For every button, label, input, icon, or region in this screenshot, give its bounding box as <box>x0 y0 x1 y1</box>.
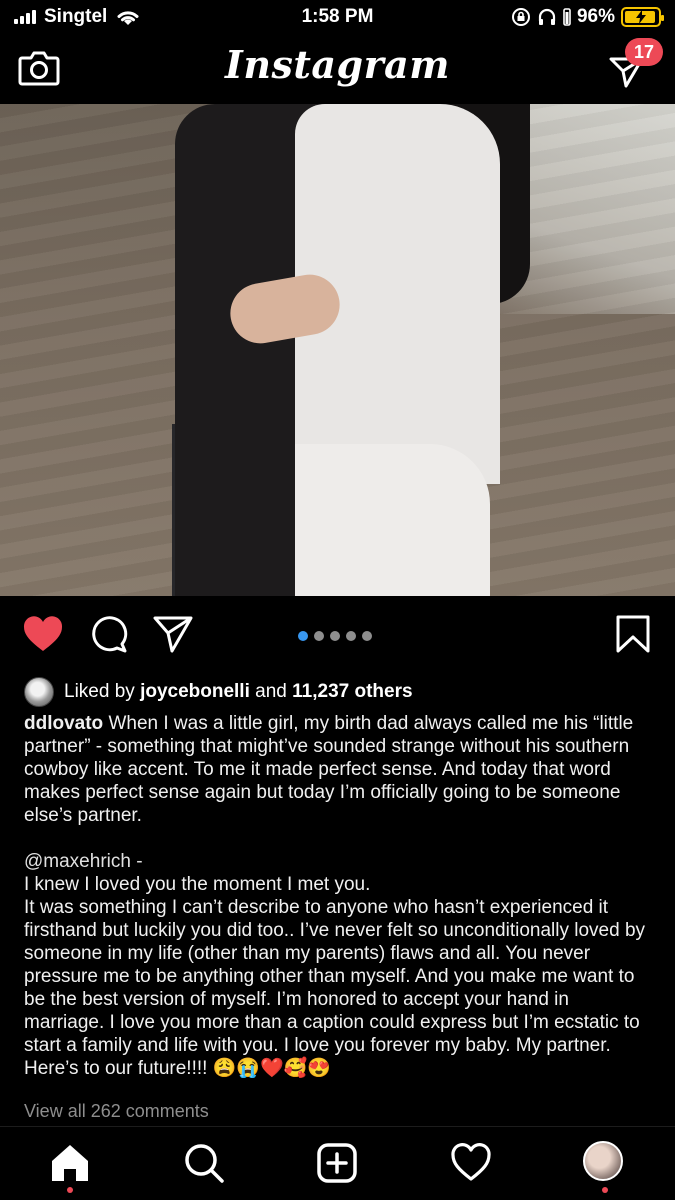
view-all-comments-link[interactable]: View all 262 comments <box>24 1101 209 1122</box>
tab-home[interactable] <box>48 1141 92 1185</box>
like-button[interactable] <box>22 614 64 654</box>
orientation-lock-icon <box>511 8 530 26</box>
profile-avatar <box>583 1141 623 1181</box>
battery-percent: 96% <box>576 6 615 27</box>
status-bar: Singtel 1:58 PM 96% <box>0 0 675 36</box>
battery-icon <box>621 7 664 27</box>
tab-profile[interactable] <box>583 1141 627 1185</box>
earbud-battery-icon <box>563 8 571 26</box>
add-post-icon <box>317 1143 357 1183</box>
carousel-dot <box>330 631 340 641</box>
notification-badge: 17 <box>625 38 663 66</box>
likes-prefix: Liked by <box>64 681 135 702</box>
search-icon <box>185 1144 224 1183</box>
caption-body: It was something I can’t describe to any… <box>24 897 646 1079</box>
save-button[interactable] <box>615 614 651 654</box>
tab-new-post[interactable] <box>315 1141 359 1185</box>
post-actions <box>0 596 675 676</box>
caption-line: I knew I loved you the moment I met you. <box>24 874 371 895</box>
likes-and: and <box>255 681 287 702</box>
tab-search[interactable] <box>182 1141 226 1185</box>
post-caption: ddlovato When I was a little girl, my bi… <box>24 712 654 1080</box>
carousel-indicator <box>298 631 372 641</box>
profile-indicator-dot <box>602 1187 608 1193</box>
caption-mention[interactable]: @maxehrich - <box>24 850 654 873</box>
comment-button[interactable] <box>88 614 128 654</box>
heart-filled-icon <box>23 616 63 651</box>
comment-icon <box>92 616 128 653</box>
share-button[interactable] <box>152 614 194 654</box>
carousel-dot-active <box>298 631 308 641</box>
caption-first-paragraph: ddlovato When I was a little girl, my bi… <box>24 712 654 827</box>
caption-username[interactable]: ddlovato <box>24 713 103 734</box>
likes-count[interactable]: 11,237 others <box>292 681 412 702</box>
liker-avatar[interactable] <box>24 677 54 707</box>
liker-username[interactable]: joycebonelli <box>140 681 250 702</box>
home-indicator-dot <box>67 1187 73 1193</box>
status-right: 96% <box>511 6 664 28</box>
instagram-logo: Instagram <box>225 42 450 87</box>
carousel-dot <box>346 631 356 641</box>
activity-heart-icon <box>451 1143 491 1181</box>
headphones-icon <box>538 8 556 25</box>
likes-row[interactable]: Liked by joycebonelli and 11,237 others <box>24 676 654 708</box>
bottom-tab-bar <box>0 1126 675 1200</box>
post-photo[interactable] <box>0 104 675 596</box>
home-icon <box>52 1145 88 1181</box>
caption-text: When I was a little girl, my birth dad a… <box>24 713 634 826</box>
bookmark-icon <box>616 615 650 653</box>
tab-activity[interactable] <box>449 1141 493 1185</box>
likes-text: Liked by joycebonelli and 11,237 others <box>64 681 413 703</box>
carousel-dot <box>314 631 324 641</box>
app-header: Instagram 17 <box>0 36 675 104</box>
carousel-dot <box>362 631 372 641</box>
share-icon <box>153 616 193 653</box>
